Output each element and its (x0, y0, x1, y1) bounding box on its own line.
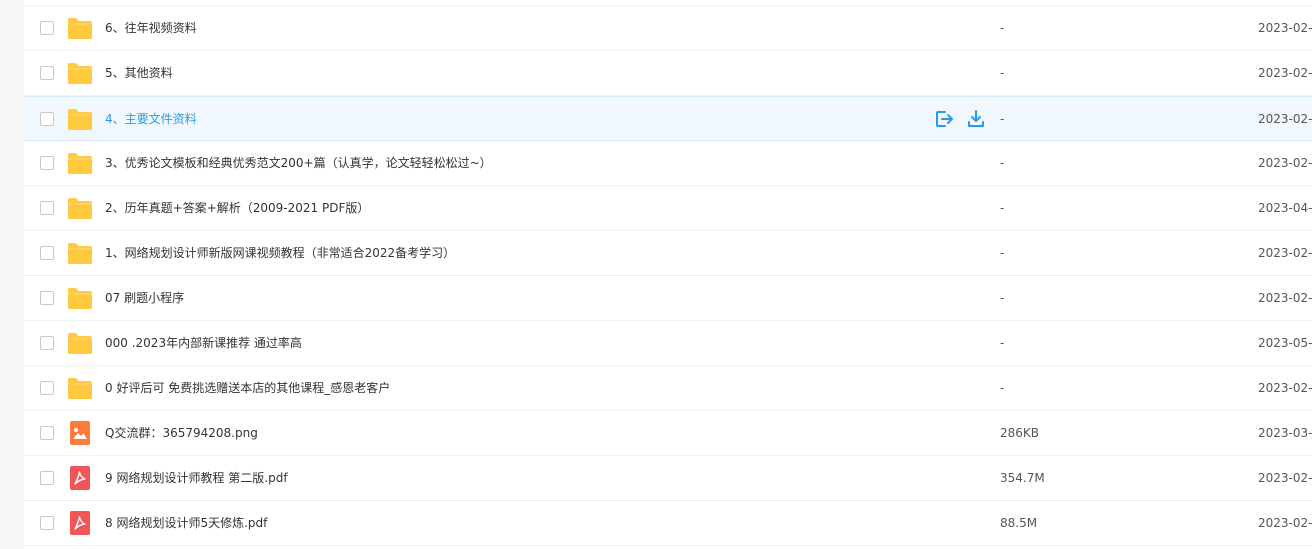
file-row[interactable]: 000 .2023年内部新课推荐 通过率高 - 2023-05-1 (24, 321, 1312, 366)
folder-icon (67, 196, 93, 220)
download-icon[interactable] (966, 109, 986, 129)
file-size: - (1000, 246, 1005, 260)
file-row[interactable]: 8 网络规划设计师5天修炼.pdf 88.5M 2023-02-0 (24, 501, 1312, 546)
file-name[interactable]: 0 好评后可 免费挑选赠送本店的其他课程_感恩老客户 (105, 380, 390, 396)
file-list-panel: 6、往年视频资料 - 2023-02-0 5、其他资料 - 2023-02-0 4、主要… (24, 0, 1312, 549)
file-row[interactable]: 3、优秀论文模板和经典优秀范文200+篇（认真学，论文轻轻松松过~） - 2023-… (24, 141, 1312, 186)
folder-icon (67, 376, 93, 400)
row-checkbox[interactable] (40, 156, 54, 170)
file-name[interactable]: 1、网络规划设计师新版网课视频教程（非常适合2022备考学习） (105, 245, 455, 261)
row-checkbox[interactable] (40, 426, 54, 440)
file-name[interactable]: 4、主要文件资料 (105, 111, 197, 127)
share-icon[interactable] (934, 109, 954, 129)
file-row[interactable]: 4、主要文件资料 - 2023-02-0 (24, 96, 1312, 141)
file-date: 2023-04-1 (1258, 201, 1312, 215)
file-date: 2023-02-0 (1258, 516, 1312, 530)
file-row[interactable]: 9 网络规划设计师教程 第二版.pdf 354.7M 2023-02-0 (24, 456, 1312, 501)
file-size: - (1000, 21, 1005, 35)
file-name[interactable]: Q交流群：365794208.png (105, 425, 258, 441)
file-date: 2023-02-0 (1258, 471, 1312, 485)
file-size: - (1000, 201, 1005, 215)
file-row[interactable]: 1、网络规划设计师新版网课视频教程（非常适合2022备考学习） - 2023-02-… (24, 231, 1312, 276)
row-actions (932, 109, 992, 129)
row-checkbox[interactable] (40, 201, 54, 215)
file-date: 2023-05-1 (1258, 336, 1312, 350)
row-checkbox[interactable] (40, 336, 54, 350)
file-size: - (1000, 291, 1005, 305)
row-checkbox[interactable] (40, 246, 54, 260)
pdf-file-icon (67, 466, 93, 490)
file-size: 286KB (1000, 426, 1040, 440)
file-size: 354.7M (1000, 471, 1045, 485)
file-date: 2023-02-0 (1258, 66, 1312, 80)
image-file-icon (67, 421, 93, 445)
file-name[interactable]: 5、其他资料 (105, 65, 173, 81)
row-checkbox[interactable] (40, 516, 54, 530)
row-checkbox[interactable] (40, 291, 54, 305)
file-row[interactable]: 2、历年真题+答案+解析（2009-2021 PDF版） - 2023-04-1 (24, 186, 1312, 231)
folder-icon (67, 241, 93, 265)
file-date: 2023-02-0 (1258, 246, 1312, 260)
folder-icon (67, 286, 93, 310)
file-date: 2023-02-0 (1258, 21, 1312, 35)
file-name[interactable]: 3、优秀论文模板和经典优秀范文200+篇（认真学，论文轻轻松松过~） (105, 155, 492, 171)
file-size: 88.5M (1000, 516, 1038, 530)
folder-icon (67, 107, 93, 131)
file-size: - (1000, 381, 1005, 395)
file-name[interactable]: 9 网络规划设计师教程 第二版.pdf (105, 470, 288, 486)
file-date: 2023-02-1 (1258, 291, 1312, 305)
file-row[interactable]: 6、往年视频资料 - 2023-02-0 (24, 6, 1312, 51)
file-row[interactable]: 5、其他资料 - 2023-02-0 (24, 51, 1312, 96)
file-name[interactable]: 8 网络规划设计师5天修炼.pdf (105, 515, 267, 531)
folder-icon (67, 331, 93, 355)
pdf-file-icon (67, 511, 93, 535)
file-size: - (1000, 156, 1005, 170)
folder-icon (67, 61, 93, 85)
file-row[interactable]: 07 刷题小程序 - 2023-02-1 (24, 276, 1312, 321)
file-name[interactable]: 6、往年视频资料 (105, 20, 197, 36)
row-checkbox[interactable] (40, 66, 54, 80)
file-row[interactable]: 0 好评后可 免费挑选赠送本店的其他课程_感恩老客户 - 2023-02-0 (24, 366, 1312, 411)
file-name[interactable]: 000 .2023年内部新课推荐 通过率高 (105, 335, 302, 351)
row-checkbox[interactable] (40, 381, 54, 395)
file-row[interactable]: Q交流群：365794208.png 286KB 2023-03-2 (24, 411, 1312, 456)
file-date: 2023-02-0 (1258, 112, 1312, 126)
file-name[interactable]: 2、历年真题+答案+解析（2009-2021 PDF版） (105, 200, 369, 216)
file-size: - (1000, 66, 1005, 80)
file-date: 2023-02-0 (1258, 381, 1312, 395)
file-date: 2023-02-0 (1258, 156, 1312, 170)
row-checkbox[interactable] (40, 21, 54, 35)
row-checkbox[interactable] (40, 471, 54, 485)
file-size: - (1000, 336, 1005, 350)
file-size: - (1000, 112, 1005, 126)
file-date: 2023-03-2 (1258, 426, 1312, 440)
file-name[interactable]: 07 刷题小程序 (105, 290, 184, 306)
folder-icon (67, 151, 93, 175)
row-checkbox[interactable] (40, 112, 54, 126)
folder-icon (67, 16, 93, 40)
